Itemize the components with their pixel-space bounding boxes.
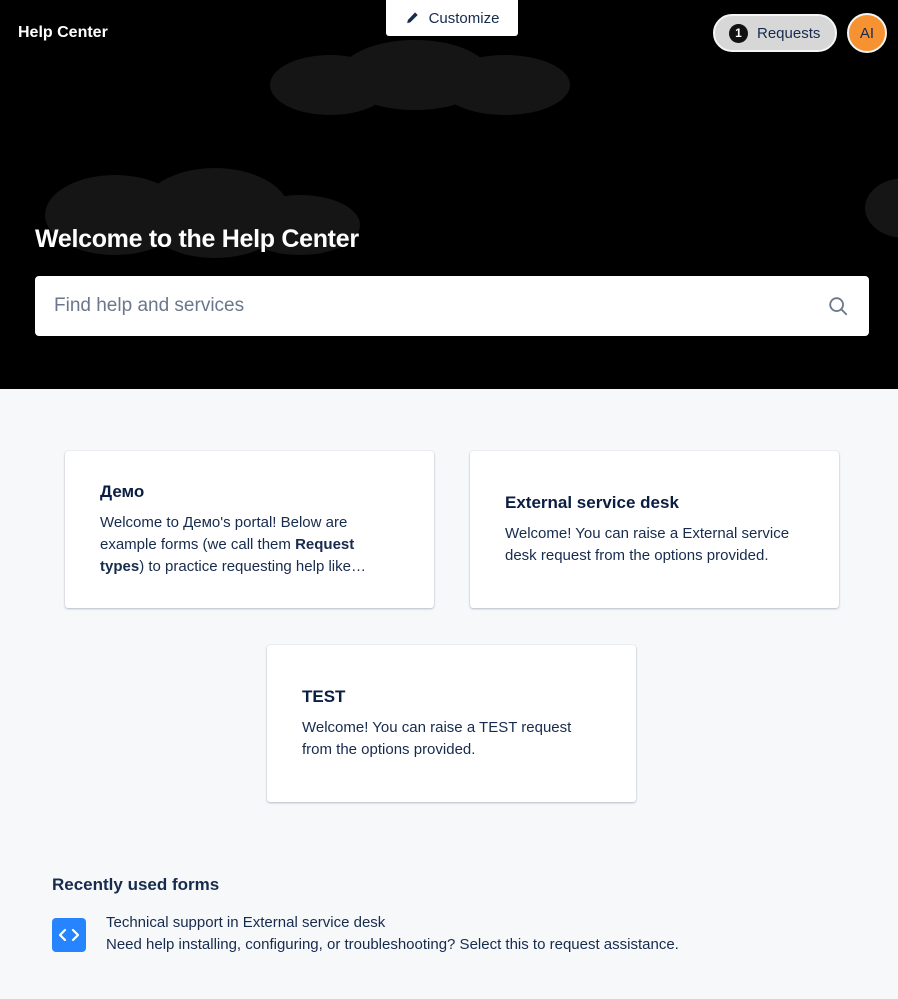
brand-title[interactable]: Help Center (18, 24, 108, 42)
code-icon (52, 918, 86, 952)
recent-form-text: Technical support in External service de… (106, 912, 679, 956)
portal-card-external-service-desk[interactable]: External service desk Welcome! You can r… (470, 451, 839, 608)
portal-title: TEST (302, 686, 346, 706)
portal-title: Демо (100, 481, 145, 501)
cloud-decoration (865, 178, 898, 238)
recent-form-description: Need help installing, configuring, or tr… (106, 936, 679, 953)
requests-label: Requests (757, 24, 821, 42)
pencil-icon (406, 12, 418, 24)
cloud-decoration (440, 55, 570, 115)
recent-form-item[interactable]: Technical support in External service de… (52, 912, 752, 960)
customize-button[interactable]: Customize (386, 0, 518, 36)
search-bar (35, 276, 869, 336)
recent-form-title: Technical support in External service de… (106, 914, 386, 931)
portal-description: Welcome! You can raise a External servic… (505, 524, 790, 564)
portal-title: External service desk (505, 492, 679, 512)
portal-description: Welcome! You can raise a TEST request fr… (302, 718, 572, 758)
portal-description: Welcome to Демо's portal! Below are exam… (100, 513, 366, 575)
search-icon[interactable] (807, 276, 869, 336)
customize-label: Customize (428, 9, 500, 27)
recent-forms-heading: Recently used forms (52, 875, 220, 894)
user-avatar[interactable]: AI (847, 13, 887, 53)
portal-card-test[interactable]: TEST Welcome! You can raise a TEST reque… (267, 645, 636, 802)
page-title: Welcome to the Help Center (35, 225, 359, 253)
search-input[interactable] (35, 276, 807, 336)
portal-card-demo[interactable]: Демо Welcome to Демо's portal! Below are… (65, 451, 434, 608)
requests-count-badge: 1 (729, 23, 748, 43)
requests-button[interactable]: 1 Requests (713, 14, 837, 52)
